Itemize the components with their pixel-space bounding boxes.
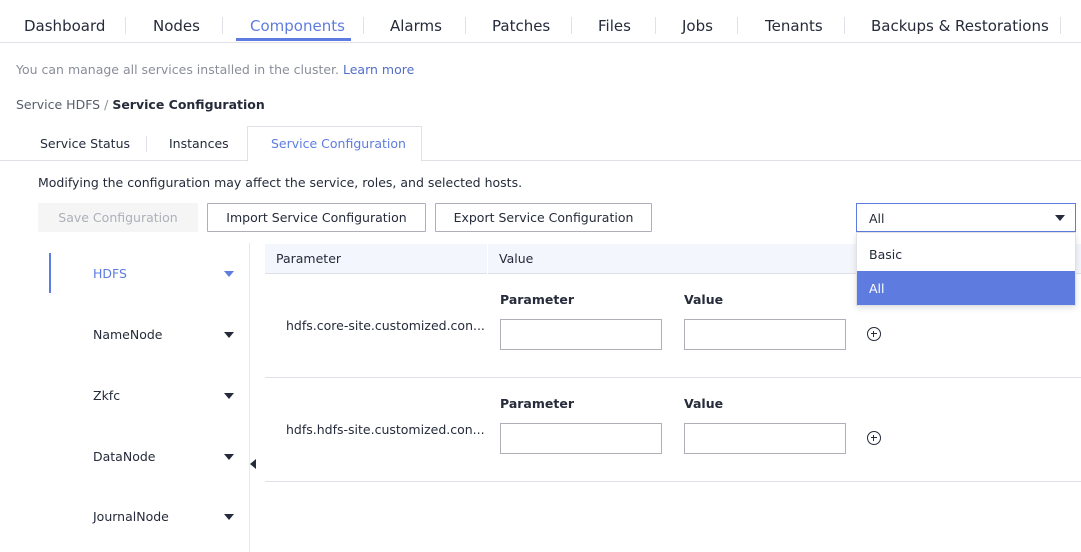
breadcrumb-current: Service Configuration: [112, 97, 265, 112]
intro-message: You can manage all services installed in…: [16, 62, 340, 77]
subtab-service-status[interactable]: Service Status: [40, 136, 130, 151]
column-header-value: Value: [499, 251, 534, 266]
caret-down-icon[interactable]: [224, 454, 234, 460]
tab-alarms[interactable]: Alarms: [390, 17, 442, 35]
breadcrumb-service-hdfs[interactable]: Service HDFS: [16, 97, 100, 112]
top-nav: Dashboard Nodes Components Alarms Patche…: [0, 0, 1081, 43]
tab-dashboard[interactable]: Dashboard: [24, 17, 105, 35]
caret-down-icon[interactable]: [224, 514, 234, 520]
sub-value-label: Value: [684, 292, 724, 307]
config-warning: Modifying the configuration may affect t…: [38, 175, 523, 190]
sidebar-item-journalnode[interactable]: JournalNode: [38, 486, 250, 536]
config-filter-dropdown: Basic All: [856, 232, 1076, 306]
save-configuration-button[interactable]: Save Configuration: [38, 203, 198, 232]
select-value: All: [869, 211, 885, 226]
column-header-parameter: Parameter: [276, 251, 342, 266]
subtab-service-configuration[interactable]: Service Configuration: [271, 136, 406, 151]
service-subtabs: Service Status Instances Service Configu…: [0, 126, 1081, 162]
caret-down-icon: [1055, 215, 1065, 221]
tab-divider: [1060, 17, 1061, 34]
tab-divider: [571, 17, 572, 34]
breadcrumb: Service HDFS / Service Configuration: [16, 97, 265, 112]
add-circle-icon[interactable]: [867, 327, 881, 341]
intro-text: You can manage all services installed in…: [16, 62, 414, 77]
sidebar-item-zkfc[interactable]: Zkfc: [38, 365, 250, 415]
component-sidebar: HDFS NameNode Zkfc DataNode JournalNode: [38, 243, 250, 552]
tab-divider: [737, 17, 738, 34]
sidebar-item-label: Zkfc: [93, 388, 121, 403]
export-configuration-button[interactable]: Export Service Configuration: [435, 203, 652, 232]
option-all[interactable]: All: [857, 271, 1075, 305]
sidebar-item-label: HDFS: [93, 266, 127, 281]
parameter-input[interactable]: [500, 423, 662, 454]
active-tab-indicator: [236, 38, 351, 41]
import-configuration-button[interactable]: Import Service Configuration: [207, 203, 426, 232]
tab-divider: [844, 17, 845, 34]
value-input[interactable]: [684, 423, 846, 454]
sidebar-item-label: DataNode: [93, 449, 156, 464]
config-filter-select[interactable]: All: [856, 203, 1076, 232]
sub-value-label: Value: [684, 396, 724, 411]
sub-parameter-label: Parameter: [500, 292, 574, 307]
tab-backups-restorations[interactable]: Backups & Restorations: [871, 17, 1049, 35]
sidebar-item-hdfs[interactable]: HDFS: [38, 243, 250, 293]
tab-components[interactable]: Components: [250, 17, 345, 35]
sidebar-item-label: JournalNode: [93, 509, 169, 524]
collapse-sidebar-icon[interactable]: [250, 459, 256, 469]
subtab-instances[interactable]: Instances: [169, 136, 229, 151]
sidebar-item-label: NameNode: [93, 327, 163, 342]
caret-down-icon[interactable]: [224, 393, 234, 399]
tab-divider: [465, 17, 466, 34]
tab-nodes[interactable]: Nodes: [153, 17, 200, 35]
breadcrumb-separator: /: [104, 97, 109, 112]
parameter-input[interactable]: [500, 319, 662, 350]
tab-jobs[interactable]: Jobs: [682, 17, 713, 35]
column-divider: [487, 244, 488, 274]
caret-down-icon[interactable]: [224, 271, 234, 277]
tab-divider: [125, 17, 126, 34]
subtab-divider: [146, 136, 147, 152]
parameter-name: hdfs.core-site.customized.con...: [286, 318, 485, 333]
table-row: hdfs.hdfs-site.customized.con... Paramet…: [265, 378, 1081, 482]
tab-patches[interactable]: Patches: [492, 17, 550, 35]
learn-more-link[interactable]: Learn more: [343, 62, 414, 77]
add-circle-icon[interactable]: [867, 431, 881, 445]
sub-parameter-label: Parameter: [500, 396, 574, 411]
tab-divider: [222, 17, 223, 34]
tab-files[interactable]: Files: [598, 17, 631, 35]
tab-divider: [655, 17, 656, 34]
sidebar-item-namenode[interactable]: NameNode: [38, 304, 250, 354]
tab-divider: [363, 17, 364, 34]
tab-tenants[interactable]: Tenants: [765, 17, 823, 35]
value-input[interactable]: [684, 319, 846, 350]
parameter-name: hdfs.hdfs-site.customized.con...: [286, 422, 485, 437]
sidebar-item-datanode[interactable]: DataNode: [38, 426, 250, 476]
caret-down-icon[interactable]: [224, 332, 234, 338]
option-basic[interactable]: Basic: [857, 237, 1075, 271]
